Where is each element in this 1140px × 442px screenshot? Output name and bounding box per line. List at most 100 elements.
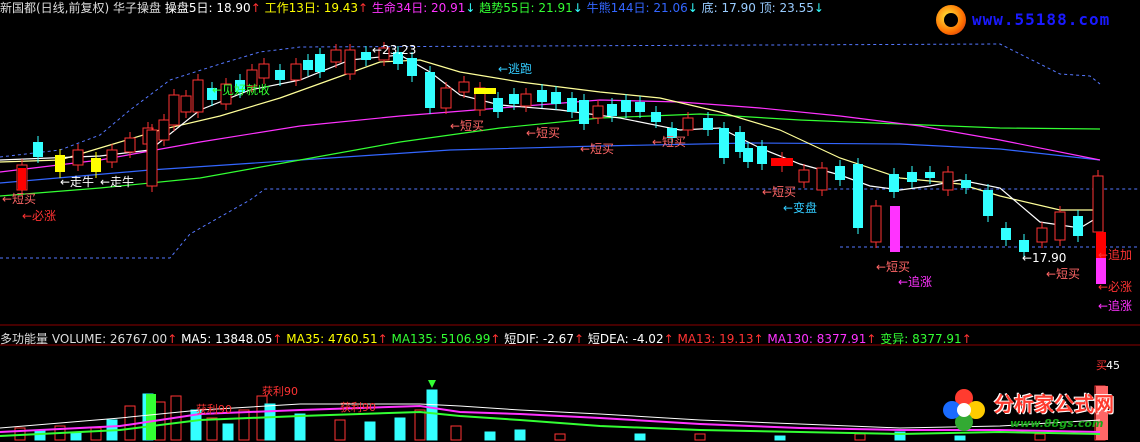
annotation-label: ←变盘 [783, 200, 817, 215]
moving-average-lines [0, 54, 1101, 229]
volume-bar [146, 394, 156, 440]
volume-bar [206, 417, 218, 441]
volume-indicator-legend: 多功能量 VOLUME: 26767.00↑ MA5: 13848.05↑ MA… [0, 331, 972, 347]
volume-bar [394, 417, 406, 441]
candlestick[interactable] [567, 92, 577, 118]
candlestick[interactable] [635, 96, 645, 118]
price-bands [0, 43, 1140, 259]
candlestick[interactable] [474, 82, 486, 116]
candlestick[interactable] [303, 54, 313, 76]
candlestick[interactable] [258, 58, 270, 84]
volume-bar [484, 431, 496, 441]
volume-bar [694, 433, 706, 441]
signal-annotations: ←短买 ←必涨 ←走牛 ←走牛 ←见好就收 ←23.23 ←逃跑 ←短买 ←短买 ←短买 ←短买 ←短… [2, 43, 1132, 313]
candlestick[interactable] [72, 144, 84, 171]
candlestick[interactable] [816, 162, 828, 196]
legend-item: MA135: 5106.99 [387, 332, 491, 346]
candlestick[interactable] [719, 122, 729, 164]
candlestick[interactable] [425, 66, 435, 114]
candlestick[interactable] [853, 158, 863, 234]
site-watermark-bottom: 分析家公式网 www.88gs.com [940, 384, 1140, 440]
candlestick[interactable] [192, 74, 204, 118]
legend-item: ↑ [866, 332, 877, 346]
legend-item: ↑ [573, 332, 585, 346]
lower-band-line [0, 188, 1140, 259]
candlestick[interactable] [961, 174, 971, 194]
candlestick[interactable] [1073, 210, 1083, 242]
candlestick[interactable] [798, 164, 810, 188]
legend-item: MA130: 8377.91 [763, 332, 867, 346]
legend-item: ↑ [490, 332, 501, 346]
candlestick[interactable] [1036, 222, 1048, 248]
annotation-label: ←走牛 [100, 174, 134, 189]
candlestick[interactable] [907, 166, 917, 188]
candlestick[interactable] [703, 112, 713, 136]
candlestick[interactable] [520, 88, 532, 112]
annotation-label: ←短买 [1046, 267, 1080, 281]
candlestick[interactable] [168, 89, 180, 131]
candlestick[interactable] [983, 184, 993, 222]
candlestick[interactable] [493, 92, 503, 118]
candlestick[interactable] [889, 168, 899, 198]
legend-item: 变异: 8377.91 [876, 332, 962, 346]
volume-bar [634, 433, 646, 441]
legend-item: ↓ [572, 1, 583, 15]
legend-item: ↑ [272, 332, 283, 346]
candlestick[interactable] [771, 152, 793, 172]
annotation-label: ←追加 [1098, 247, 1132, 262]
legend-item: ↑ [377, 332, 388, 346]
volume-bar [222, 423, 234, 441]
candlestick[interactable] [870, 200, 882, 248]
candlestick[interactable] [1092, 170, 1104, 238]
candlestick[interactable] [682, 112, 694, 136]
candlestick[interactable] [607, 98, 617, 122]
candlestick[interactable] [180, 90, 192, 118]
volume-bar [264, 403, 276, 441]
annotation-label: ←短买 [762, 185, 796, 199]
candlestick[interactable] [1054, 206, 1066, 246]
candlestick[interactable] [621, 94, 631, 118]
top-indicator-legend: 新国都(日线,前复权) 华子操盘 操盘5日: 18.90↑ 工作13日: 19.… [0, 0, 824, 16]
legend-item: MA35: 4760.51 [282, 332, 378, 346]
stock-chart[interactable]: ←短买 ←必涨 ←走牛 ←走牛 ←见好就收 ←23.23 ←逃跑 ←短买 ←短买 ←短买 ←短买 ←短… [0, 0, 1140, 442]
annotation-label: ←逃跑 [498, 62, 532, 76]
volume-label: 获利90 [340, 401, 376, 414]
annotation-label: ←必涨 [22, 208, 56, 223]
legend-item: MA5: 13848.05 [177, 332, 273, 346]
legend-item: ↓ [465, 1, 476, 15]
candlestick[interactable] [835, 160, 845, 186]
candlesticks[interactable] [16, 42, 1104, 258]
annotation-label: ←短买 [580, 142, 614, 156]
site-watermark-top: www.55188.com [936, 5, 1136, 35]
candlestick[interactable] [55, 149, 65, 178]
candlestick[interactable] [361, 46, 371, 66]
legend-item: 操盘5日: 18.90 [164, 1, 251, 15]
legend-item: 短DIF: -2.67 [500, 332, 574, 346]
legend-item: 多功能量 VOLUME: 26767.00 [0, 332, 168, 346]
annotation-label: ←17.90 [1022, 251, 1066, 265]
legend-item: ↑ [961, 332, 972, 346]
legend-item: ↑ [250, 1, 261, 15]
candlestick[interactable] [1001, 222, 1011, 246]
legend-item: ↑ [663, 332, 674, 346]
legend-item: 工作13日: 19.43 [260, 1, 359, 15]
volume-bar [450, 425, 462, 441]
candlestick[interactable] [106, 144, 118, 168]
volume-bar [554, 433, 566, 441]
annotation-label: ←短买 [2, 192, 36, 206]
candlestick[interactable] [942, 166, 954, 196]
annotation-label: ←短买 [526, 126, 560, 140]
volume-bar [294, 413, 306, 441]
legend-item: ↑ [167, 332, 178, 346]
volume-bar [238, 409, 250, 441]
wide-yellow-bar [474, 88, 496, 94]
candlestick[interactable] [551, 86, 561, 110]
candlestick[interactable] [757, 140, 767, 170]
limit-down-bar [890, 206, 900, 252]
candlestick[interactable] [592, 100, 604, 124]
candlestick[interactable] [146, 124, 158, 192]
candlestick[interactable] [579, 94, 589, 130]
arrow-down-icon [428, 380, 436, 388]
legend-item: 牛熊144日: 21.06 [582, 1, 688, 15]
volume-label: 获利90 [262, 385, 298, 398]
